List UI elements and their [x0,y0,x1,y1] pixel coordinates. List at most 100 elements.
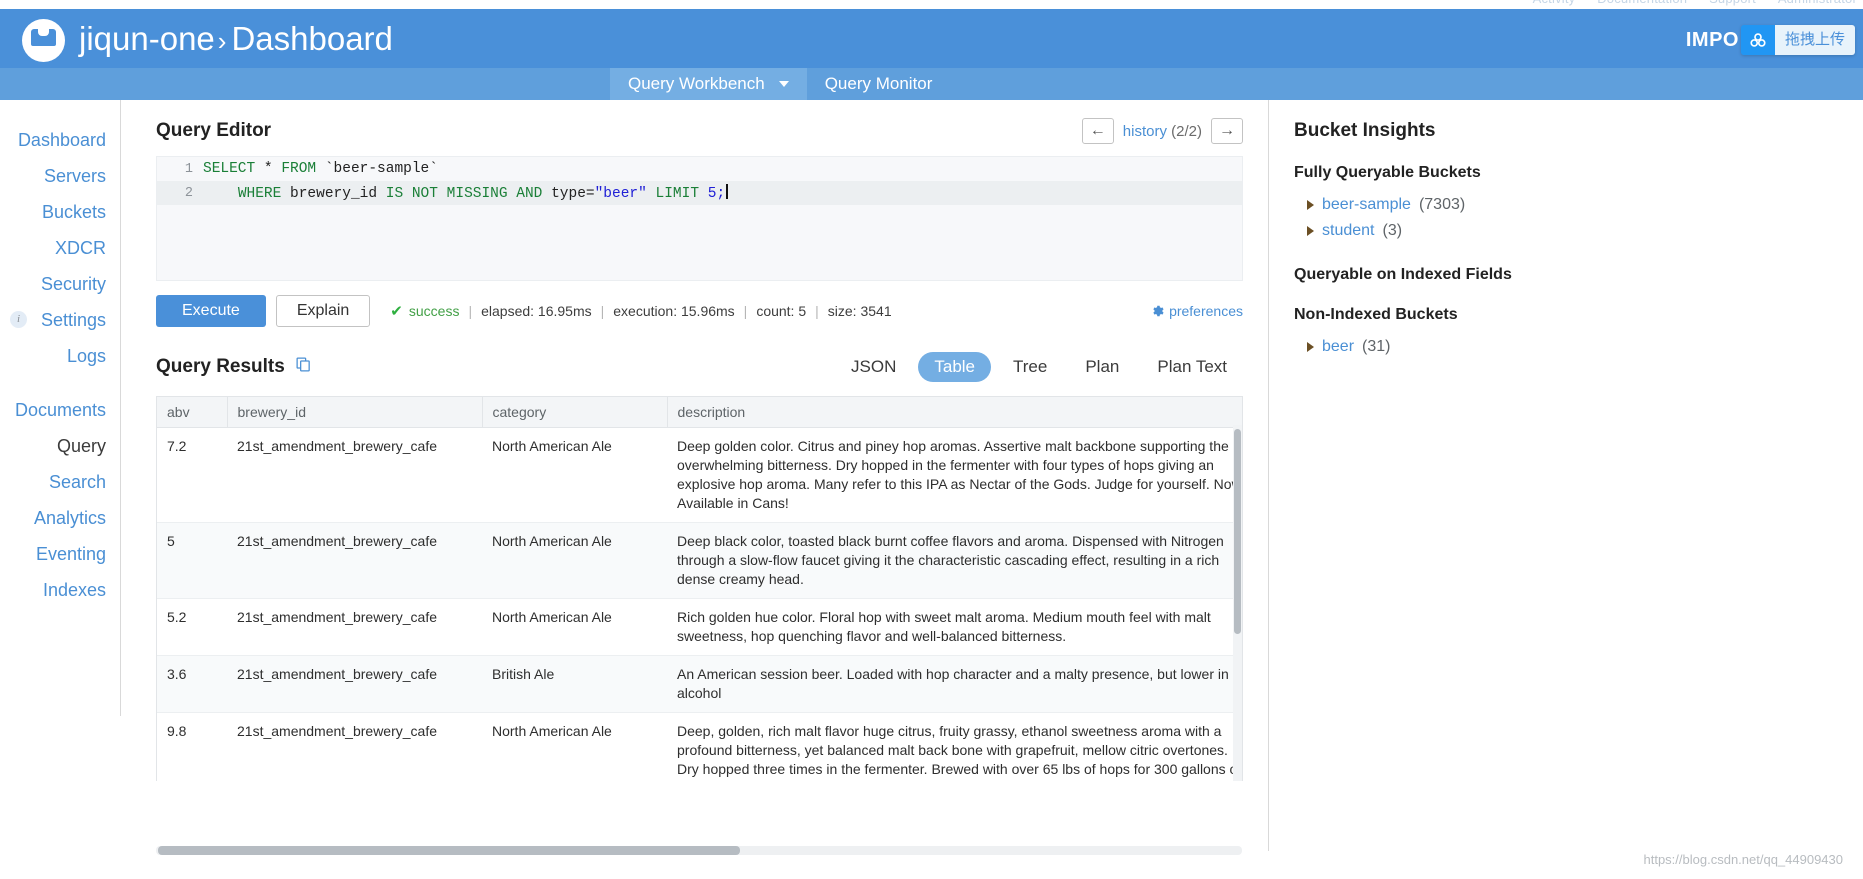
result-tab-tree[interactable]: Tree [997,352,1063,382]
token-field: brewery_id [281,186,386,202]
token-is-not-missing: IS NOT MISSING [385,186,508,202]
chevron-right-icon[interactable] [1307,200,1314,210]
sidebar-item-servers[interactable]: Servers [0,158,120,194]
utility-link-support[interactable]: Support [1709,0,1756,6]
cluster-name[interactable]: jiqun-one [79,20,215,57]
cell-description: An American session beer. Loaded with ho… [667,655,1242,713]
query-results-table-container: abv brewery_id category description 7.2 … [156,396,1243,781]
header-right-area: IMPO 拖拽上传 [1686,25,1855,55]
result-tab-json[interactable]: JSON [835,352,912,382]
column-header-abv[interactable]: abv [157,397,228,428]
history-next-button[interactable]: → [1211,118,1243,144]
column-header-description[interactable]: description [667,397,1242,428]
cell-abv: 3.6 [157,655,227,713]
chevron-right-icon[interactable] [1307,226,1314,236]
token-select: SELECT [203,161,256,177]
status-elapsed: elapsed: 16.95ms [481,303,592,319]
status-execution: execution: 15.96ms [613,303,735,319]
sidebar-item-analytics[interactable]: Analytics [0,500,120,536]
sidebar-item-buckets[interactable]: Buckets [0,194,120,230]
sidebar-item-documents[interactable]: Documents [0,392,120,428]
insights-heading-fully-queryable: Fully Queryable Buckets [1294,164,1481,181]
token-limit-value: 5; [699,186,726,202]
token-limit: LIMIT [646,186,700,202]
bucket-count: (7303) [1418,196,1466,213]
history-prev-button[interactable]: ← [1081,118,1114,144]
token-where: WHERE [237,186,282,202]
query-code-editor[interactable]: 1 SELECT * FROM `beer-sample` 2 WHERE br… [156,156,1243,281]
check-mark-icon: ✔ [390,303,403,320]
history-text: history [1122,122,1167,140]
line-number-1: 1 [184,161,193,177]
breadcrumb: jiqun-one › Dashboard [22,17,393,63]
chevron-right-icon[interactable] [1307,342,1314,352]
bucket-item-beer[interactable]: beer (31) [1294,334,1863,360]
breadcrumb-text: jiqun-one › Dashboard [79,17,393,63]
sidebar-item-security[interactable]: Security [0,266,120,302]
sidebar-item-search[interactable]: Search [0,464,120,500]
sidebar-item-indexes[interactable]: Indexes [0,572,120,608]
cell-brewery-id: 21st_amendment_brewery_cafe [227,598,482,656]
table-row[interactable]: 5 21st_amendment_brewery_cafe North Amer… [157,522,1242,599]
table-vertical-scrollbar-thumb[interactable] [1234,429,1241,634]
sidebar-item-query[interactable]: Query [0,428,120,464]
tab-query-monitor[interactable]: Query Monitor [807,68,951,100]
sidebar-item-eventing[interactable]: Eventing [0,536,120,572]
result-tab-plan[interactable]: Plan [1069,352,1135,382]
drag-upload-label[interactable]: 拖拽上传 [1774,25,1855,55]
drag-upload-widget[interactable]: 拖拽上传 [1740,25,1855,55]
token-type-eq: type= [542,186,595,202]
column-header-brewery-id[interactable]: brewery_id [227,397,483,428]
sidebar-item-logs[interactable]: Logs [0,338,120,374]
app-header: jiqun-one › Dashboard IMPO 拖拽上传 [0,9,1863,68]
utility-link-administrator[interactable]: Administrator [1778,0,1857,6]
query-results-header: Query Results JSON Table Tree Plan Plan … [156,352,1268,382]
bucket-name: beer [1322,338,1355,355]
status-divider-3: | [743,303,748,319]
preferences-button[interactable]: preferences [1150,303,1243,319]
tab-query-workbench[interactable]: Query Workbench [610,68,807,100]
cell-brewery-id: 21st_amendment_brewery_cafe [227,655,482,713]
import-button-label[interactable]: IMPO [1686,29,1739,52]
page-title: Dashboard [231,20,393,57]
utility-links: Activity Documentation Support Administr… [1515,0,1857,6]
cell-brewery-id: 21st_amendment_brewery_cafe [227,427,482,523]
table-row[interactable]: 3.6 21st_amendment_brewery_cafe British … [157,655,1242,713]
gear-icon [1153,305,1164,317]
cloud-upload-icon[interactable] [1740,25,1775,55]
result-view-tabs: JSON Table Tree Plan Plan Text [835,352,1243,382]
status-count: count: 5 [756,303,807,319]
query-results-table: abv brewery_id category description 7.2 … [157,397,1242,781]
insights-heading-indexed-fields: Queryable on Indexed Fields [1294,266,1512,283]
utility-link-activity[interactable]: Activity [1533,0,1576,6]
code-line-2-text: WHERE brewery_id IS NOT MISSING AND type… [203,184,728,202]
result-tab-plan-text[interactable]: Plan Text [1141,352,1243,382]
sidebar-item-settings[interactable]: i Settings [0,302,120,338]
bucket-count: (31) [1362,338,1391,355]
code-line-2: 2 WHERE brewery_id IS NOT MISSING AND ty… [157,181,1242,205]
body-area: Dashboard Servers Buckets XDCR Security … [0,100,1863,879]
cell-description: Rich golden hue color. Floral hop with s… [667,598,1242,656]
cell-category: North American Ale [482,598,667,656]
table-row[interactable]: 7.2 21st_amendment_brewery_cafe North Am… [157,427,1242,523]
cell-description: Deep, golden, rich malt flavor huge citr… [667,712,1242,781]
table-row[interactable]: 9.8 21st_amendment_brewery_cafe North Am… [157,712,1242,781]
sidebar-item-xdcr[interactable]: XDCR [0,230,120,266]
status-size: size: 3541 [827,303,892,319]
table-header-row: abv brewery_id category description [157,397,1242,428]
status-divider-4: | [815,303,819,319]
sidebar-item-dashboard[interactable]: Dashboard [0,122,120,158]
execute-button[interactable]: Execute [156,295,266,327]
utility-link-documentation[interactable]: Documentation [1597,0,1687,6]
table-row[interactable]: 5.2 21st_amendment_brewery_cafe North Am… [157,598,1242,656]
tab-query-monitor-label: Query Monitor [824,74,933,93]
code-line-1: 1 SELECT * FROM `beer-sample` [157,157,1242,181]
result-tab-table[interactable]: Table [918,352,992,382]
cell-abv: 7.2 [157,427,227,523]
table-horizontal-scrollbar-thumb[interactable] [158,846,740,855]
bucket-item-student[interactable]: student (3) [1294,218,1863,244]
copy-icon[interactable] [295,356,312,378]
column-header-category[interactable]: category [482,397,668,428]
bucket-item-beer-sample[interactable]: beer-sample (7303) [1294,192,1863,218]
explain-button[interactable]: Explain [275,295,371,327]
